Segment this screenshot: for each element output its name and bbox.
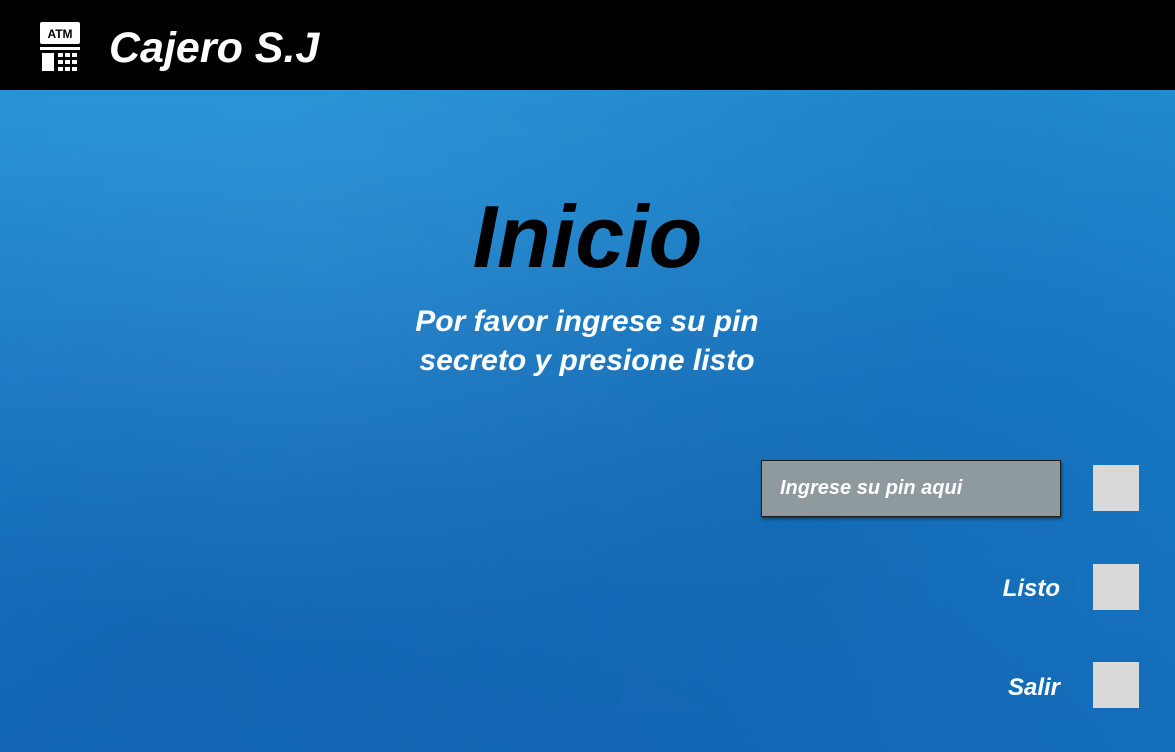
atm-logo-text: ATM — [47, 27, 72, 41]
salir-label: Salir — [1007, 674, 1060, 701]
pin-input[interactable] — [761, 460, 1061, 517]
side-key-pin[interactable] — [1093, 465, 1139, 511]
listo-label: Listo — [1002, 575, 1060, 602]
page-title: Inicio — [472, 187, 703, 286]
instructions-text: Por favor ingrese su pin secreto y presi… — [415, 305, 759, 377]
atm-screen: ATM Cajero S.J Inicio Por favor ingrese … — [0, 0, 1175, 752]
listo-button[interactable] — [1093, 564, 1139, 610]
app-title: Cajero S.J — [109, 24, 320, 72]
atm-machine-icon: ATM — [40, 22, 80, 71]
app-header: ATM Cajero S.J — [0, 0, 1175, 90]
salir-button[interactable] — [1093, 662, 1139, 708]
